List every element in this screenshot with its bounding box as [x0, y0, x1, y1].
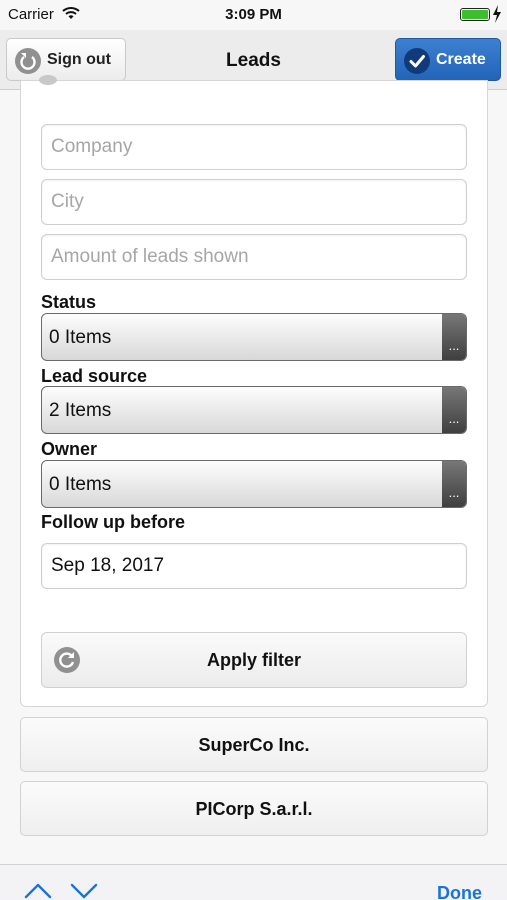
amount-placeholder: Amount of leads shown: [51, 246, 249, 267]
more-icon: ...: [442, 461, 466, 507]
clock: 3:09 PM: [225, 6, 282, 23]
company-placeholder: Company: [51, 136, 133, 157]
owner-value: 0 Items: [49, 474, 112, 495]
lead-name: SuperCo Inc.: [198, 735, 310, 755]
keyboard-accessory-bar: Done: [0, 864, 507, 900]
more-icon: ...: [442, 314, 466, 360]
lead-source-label: Lead source: [41, 366, 148, 386]
city-field[interactable]: City: [41, 179, 467, 225]
lead-source-value: 2 Items: [49, 400, 112, 421]
lead-list-item[interactable]: PICorp S.a.r.l.: [20, 781, 488, 836]
status-bar: Carrier 3:09 PM: [0, 0, 507, 30]
chevron-up-icon[interactable]: [24, 882, 52, 900]
follow-up-value: Sep 18, 2017: [51, 555, 165, 576]
apply-filter-button[interactable]: Apply filter: [41, 632, 467, 688]
owner-select[interactable]: 0 Items ...: [41, 460, 467, 508]
checkmark-icon: [404, 48, 430, 74]
done-button[interactable]: Done: [437, 883, 482, 900]
status-value: 0 Items: [49, 327, 112, 348]
lead-list-item[interactable]: SuperCo Inc.: [20, 717, 488, 772]
owner-label: Owner: [41, 439, 98, 459]
city-placeholder: City: [51, 191, 84, 212]
amount-field[interactable]: Amount of leads shown: [41, 234, 467, 280]
more-icon: ...: [442, 387, 466, 433]
charging-bolt-icon: [493, 5, 501, 23]
company-field[interactable]: Company: [41, 124, 467, 170]
battery-icon: [460, 8, 490, 21]
apply-filter-label: Apply filter: [206, 650, 301, 670]
lead-name: PICorp S.a.r.l.: [195, 799, 313, 819]
status-select[interactable]: 0 Items ...: [41, 313, 467, 361]
status-label: Status: [41, 292, 97, 312]
collapse-toggle-icon: [39, 75, 57, 85]
create-label: Create: [436, 51, 486, 68]
follow-up-date-field[interactable]: Sep 18, 2017: [41, 543, 467, 589]
create-button[interactable]: Create: [395, 38, 501, 81]
lead-source-select[interactable]: 2 Items ...: [41, 386, 467, 434]
battery-level-fill: [462, 10, 488, 19]
filter-panel: Company City Amount of leads shown Statu…: [20, 75, 488, 707]
follow-up-label: Follow up before: [41, 512, 185, 532]
chevron-down-icon[interactable]: [70, 882, 98, 900]
